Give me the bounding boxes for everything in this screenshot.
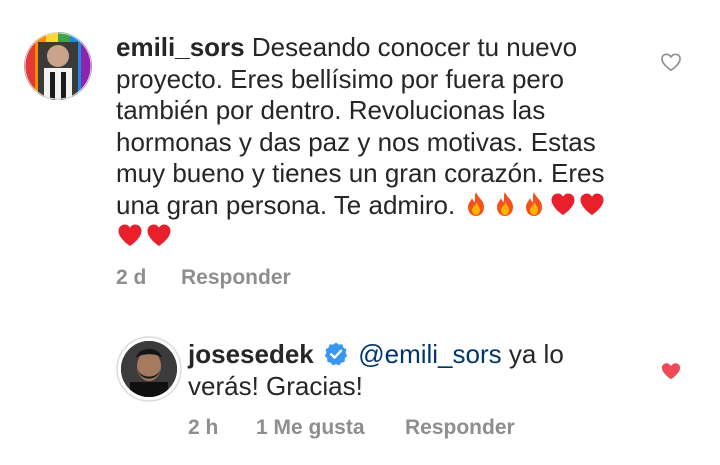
reply-avatar[interactable] — [116, 336, 182, 402]
commenter-avatar[interactable] — [24, 32, 92, 100]
red-heart-emoji-icon — [147, 224, 171, 246]
reply-button[interactable]: Responder — [181, 266, 291, 290]
comment-time: 2 d — [116, 266, 147, 289]
heart-outline-icon[interactable] — [660, 52, 682, 72]
fire-emoji-icon — [526, 191, 543, 216]
mention-link[interactable]: @emili_sors — [358, 339, 501, 369]
reply-time: 2 h — [188, 416, 219, 439]
reply-button[interactable]: Responder — [405, 416, 515, 440]
fire-emoji-icon — [468, 191, 485, 216]
reply-username[interactable]: josesedek — [188, 339, 314, 369]
reply-body: josesedek @emili_sors ya lo verás! Graci… — [188, 339, 608, 402]
comment-username[interactable]: emili_sors — [116, 32, 245, 62]
red-heart-emoji-icon — [118, 224, 142, 246]
likes-count[interactable]: 1 Me gusta — [256, 416, 365, 440]
avatar-image — [24, 32, 92, 100]
heart-filled-icon[interactable] — [660, 361, 682, 381]
red-heart-emoji-icon — [580, 193, 604, 215]
fire-emoji-icon — [497, 191, 514, 216]
comment-body: emili_sors Deseando conocer tu nuevo pro… — [116, 32, 636, 253]
red-heart-emoji-icon — [551, 193, 575, 215]
avatar-image — [116, 336, 182, 402]
verified-badge-icon — [324, 342, 348, 366]
